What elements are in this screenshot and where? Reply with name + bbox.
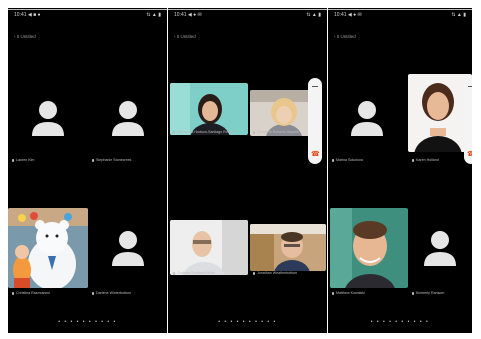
video-feed-icon: [8, 208, 88, 288]
mic-icon: [12, 291, 14, 295]
call-header-back[interactable]: ‹ 5 Untitled: [174, 34, 196, 39]
mic-icon: [253, 130, 255, 134]
video-feed-icon: [250, 224, 326, 271]
participant-video[interactable]: [330, 208, 408, 288]
call-screen-1: 10:41 ◀ ■ ● ⇅ ▲ ▮ ‹ 5 Untitled Lauren Ki…: [8, 8, 167, 333]
participant-tile[interactable]: [328, 78, 406, 158]
user-avatar-icon: [112, 231, 144, 266]
participant-tile[interactable]: [88, 208, 167, 288]
top-divider: [8, 9, 167, 10]
mic-icon: [92, 158, 94, 162]
mic-icon: [412, 291, 414, 295]
status-time: 10:41 ◀ ● ✉: [334, 12, 362, 18]
user-avatar-icon: [32, 101, 64, 136]
hangup-icon[interactable]: ☎: [311, 150, 320, 158]
participant-name: Samantha Hudson-Santiago Ronan: [173, 130, 234, 134]
call-controls-pill[interactable]: ☎: [464, 78, 472, 164]
participant-name: Kimberly Ransom: [412, 291, 444, 295]
participant-video[interactable]: [250, 224, 326, 271]
more-icon: [312, 86, 318, 87]
participant-name: Elizabeth Roberts-Haynes: [253, 130, 299, 134]
video-feed-icon: [408, 74, 472, 152]
mic-icon: [92, 291, 94, 295]
participant-video[interactable]: [408, 74, 472, 152]
participant-tile[interactable]: [88, 78, 167, 158]
participant-name: Jonathan Weatherbottom: [253, 271, 297, 275]
participant-video[interactable]: [170, 220, 248, 275]
participant-name: Matthew Kowalski: [332, 291, 365, 295]
mic-icon: [12, 158, 14, 162]
page-indicator[interactable]: • • • • • • • • • •: [8, 319, 167, 325]
call-controls-pill[interactable]: ☎: [308, 78, 322, 164]
participant-name: Lauren Kim: [12, 158, 34, 162]
video-feed-icon: [170, 83, 248, 135]
page-indicator[interactable]: • • • • • • • • • •: [168, 319, 327, 325]
top-divider: [168, 9, 327, 10]
mic-icon: [173, 271, 175, 275]
hangup-icon[interactable]: ☎: [467, 150, 472, 158]
status-icons: ⇅ ▲ ▮: [451, 12, 466, 18]
mic-icon: [412, 158, 414, 162]
participant-name: Graham Goldfarb-White: [173, 271, 215, 275]
call-screen-3: 10:41 ◀ ● ✉ ⇅ ▲ ▮ ‹ 5 Untitled Marina So…: [328, 8, 472, 333]
mic-icon: [253, 271, 255, 275]
video-feed-icon: [170, 220, 248, 275]
participant-name: Darlene Winterbottom: [92, 291, 131, 295]
page-indicator[interactable]: • • • • • • • • • •: [328, 319, 472, 325]
participant-video[interactable]: [8, 208, 88, 288]
participant-name: Karen Holland: [412, 158, 439, 162]
call-header-back[interactable]: ‹ 5 Untitled: [14, 34, 36, 39]
call-screen-2: 10:41 ◀ ● ✉ ⇅ ▲ ▮ ‹ 5 Untitled Samantha …: [168, 8, 327, 333]
mic-icon: [332, 158, 334, 162]
more-icon: [468, 86, 472, 87]
participant-tile[interactable]: [408, 208, 472, 288]
call-header-back[interactable]: ‹ 5 Untitled: [334, 34, 356, 39]
participant-tile[interactable]: [8, 78, 88, 158]
status-bar: 10:41 ◀ ● ✉ ⇅ ▲ ▮: [334, 11, 466, 19]
mic-icon: [332, 291, 334, 295]
user-avatar-icon: [424, 231, 456, 266]
status-bar: 10:41 ◀ ■ ● ⇅ ▲ ▮: [14, 11, 161, 19]
video-feed-icon: [330, 208, 408, 288]
user-avatar-icon: [112, 101, 144, 136]
participant-name: Christina Rasmussen: [12, 291, 50, 295]
participant-name: Marina Sokolova: [332, 158, 363, 162]
mic-icon: [173, 130, 175, 134]
participant-name: Stephanie Stonecreek: [92, 158, 131, 162]
status-icons: ⇅ ▲ ▮: [146, 12, 161, 18]
status-bar: 10:41 ◀ ● ✉ ⇅ ▲ ▮: [174, 11, 321, 19]
user-avatar-icon: [351, 101, 383, 136]
status-icons: ⇅ ▲ ▮: [306, 12, 321, 18]
participant-video[interactable]: [170, 83, 248, 135]
status-time: 10:41 ◀ ■ ●: [14, 12, 41, 18]
status-time: 10:41 ◀ ● ✉: [174, 12, 202, 18]
top-divider: [328, 9, 472, 10]
